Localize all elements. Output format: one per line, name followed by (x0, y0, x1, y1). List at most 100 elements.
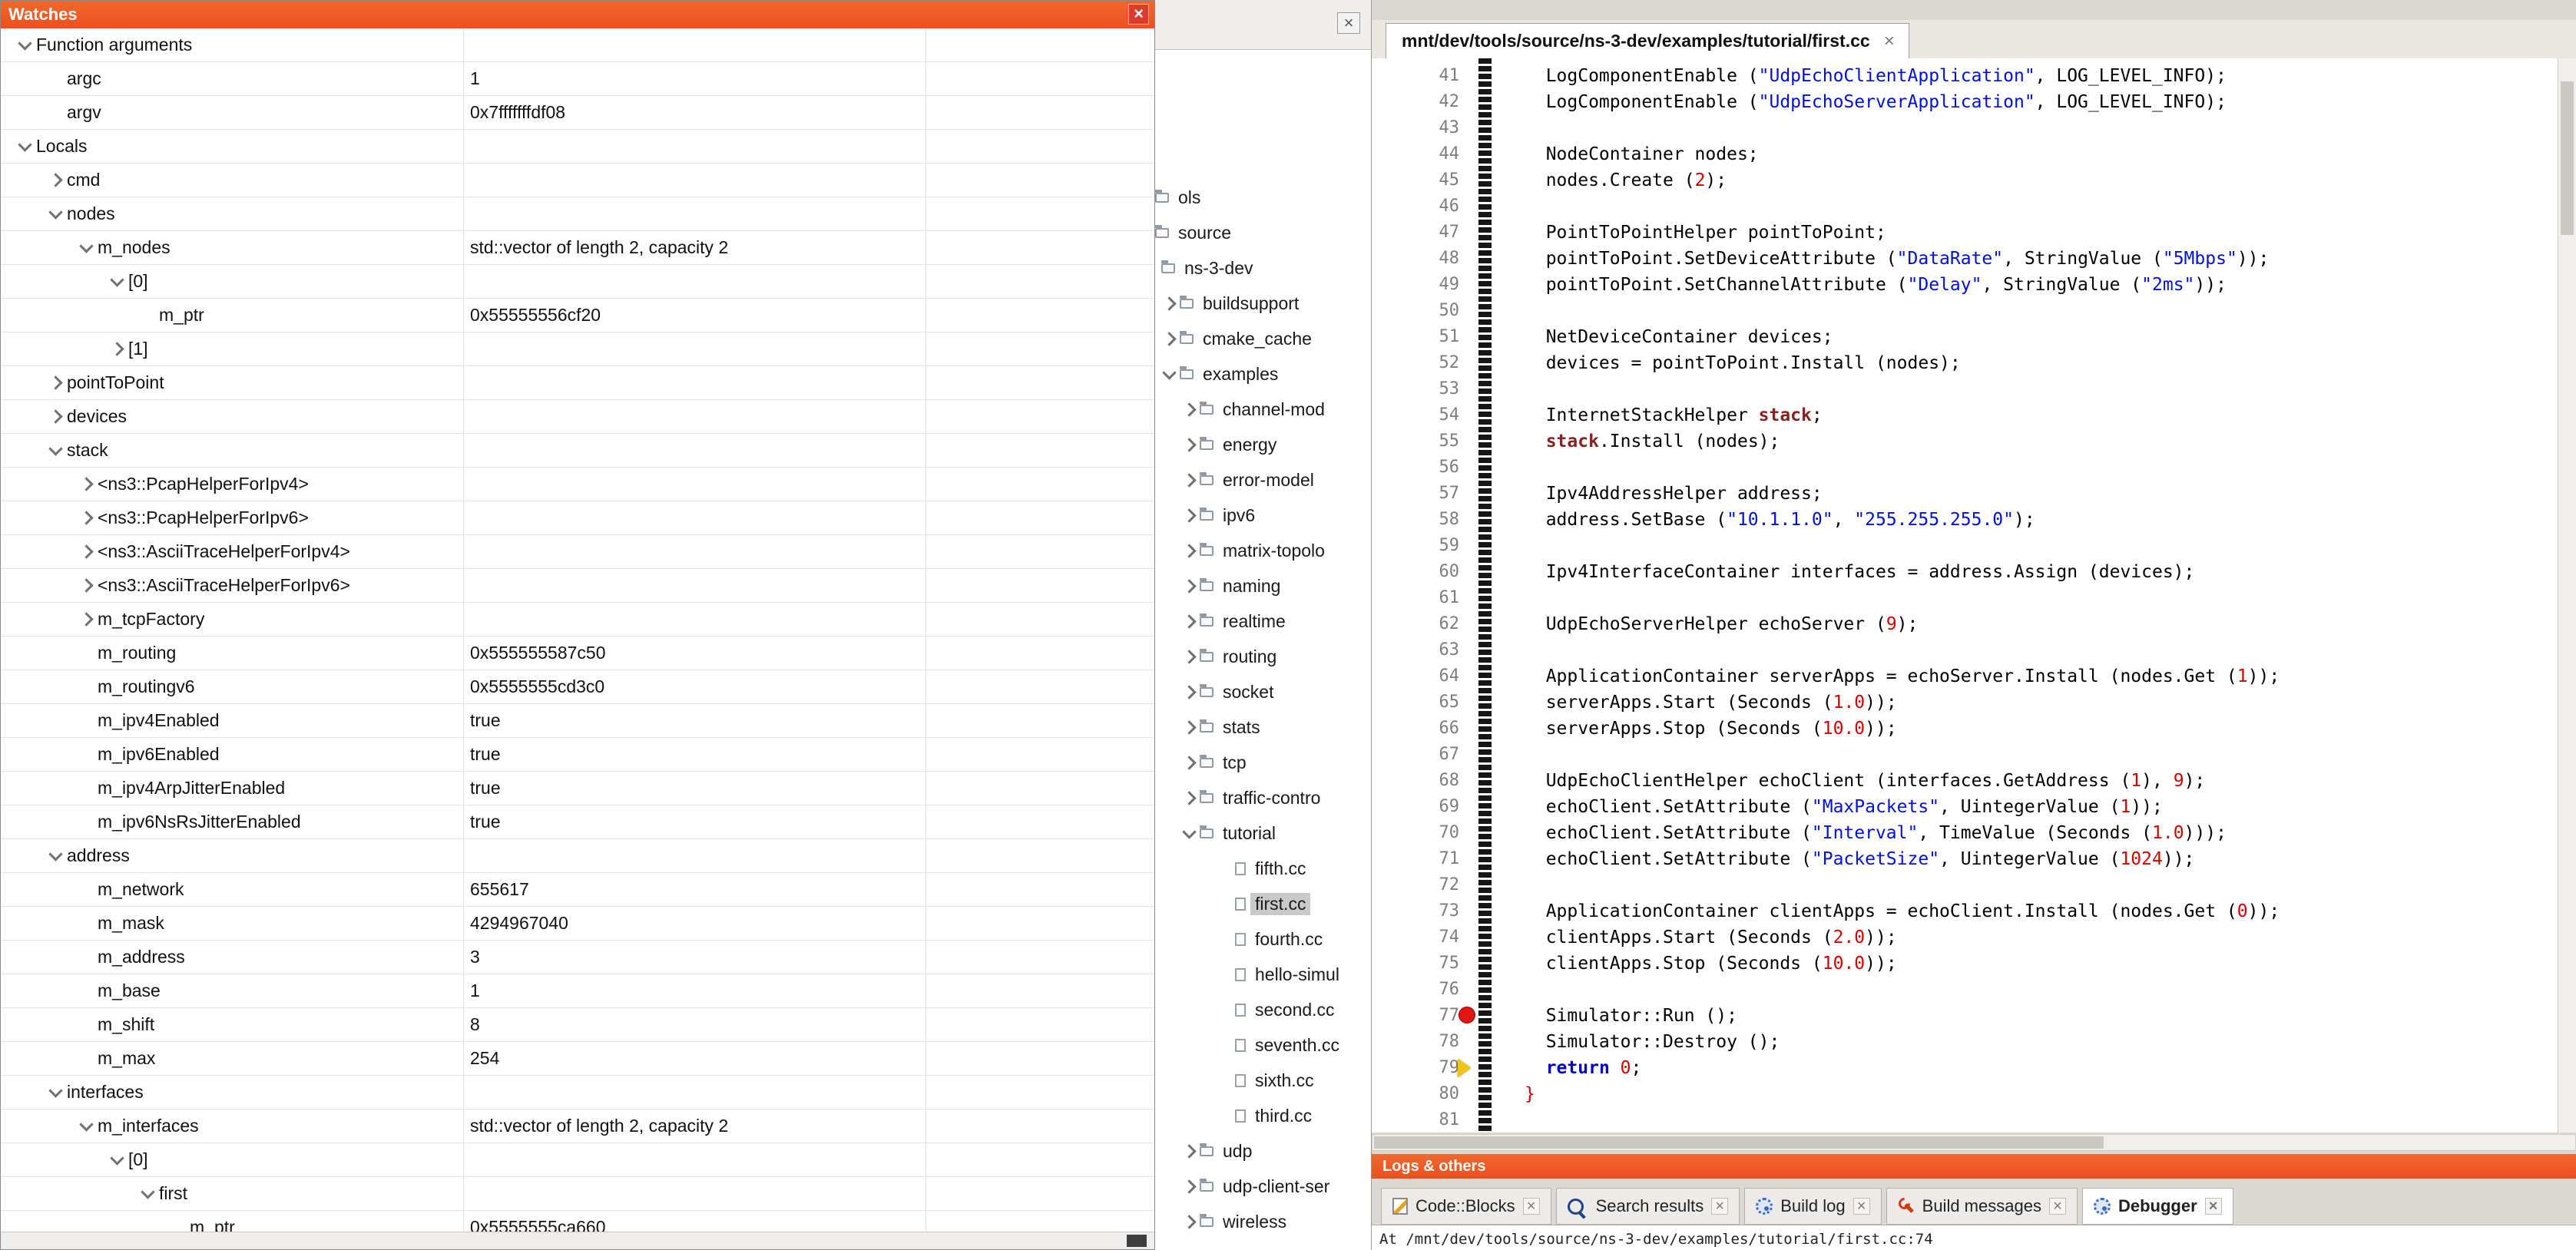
tree-item-ns-3-dev[interactable]: ns-3-dev (1121, 250, 1371, 286)
tree-item-seventh-cc[interactable]: seventh.cc (1121, 1027, 1371, 1063)
horizontal-scrollbar[interactable] (1372, 1134, 2576, 1151)
line-number[interactable]: 57 (1372, 481, 1459, 507)
marker-margin[interactable] (1478, 58, 1492, 1133)
tree-item-udp-client-ser[interactable]: udp-client-ser (1121, 1169, 1371, 1204)
expand-chevron-icon[interactable] (1182, 720, 1196, 734)
watch-row[interactable]: [1] (1, 332, 1154, 366)
line-number[interactable]: 73 (1372, 898, 1459, 924)
line-number[interactable]: 43 (1372, 115, 1459, 141)
line-number[interactable]: 42 (1372, 89, 1459, 115)
line-number[interactable]: 54 (1372, 402, 1459, 428)
tree-item-channel-mod[interactable]: channel-mod (1121, 392, 1371, 427)
line-number[interactable]: 65 (1372, 689, 1459, 716)
expand-chevron-icon[interactable] (1182, 473, 1196, 487)
watches-titlebar[interactable]: Watches × (1, 1, 1154, 28)
close-icon[interactable]: × (1128, 4, 1149, 25)
tree-item-routing[interactable]: routing (1121, 639, 1371, 674)
line-number[interactable]: 55 (1372, 428, 1459, 455)
watch-row[interactable]: [0] (1, 1143, 1154, 1177)
tree-item-buildsupport[interactable]: buildsupport (1121, 286, 1371, 321)
expand-chevron-icon[interactable] (1182, 1144, 1196, 1158)
tree-item-matrix-topolo[interactable]: matrix-topolo (1121, 533, 1371, 568)
expand-chevron-icon[interactable] (48, 173, 62, 187)
line-number[interactable]: 44 (1372, 141, 1459, 167)
collapse-chevron-icon[interactable] (141, 1185, 154, 1199)
watch-row[interactable]: m_interfacesstd::vector of length 2, cap… (1, 1109, 1154, 1143)
expand-chevron-icon[interactable] (1162, 296, 1176, 310)
watch-row[interactable]: m_routingv60x5555555cd3c0 (1, 670, 1154, 704)
watch-row[interactable]: m_base1 (1, 974, 1154, 1008)
watch-row[interactable]: stack (1, 434, 1154, 468)
watch-row[interactable]: m_ipv6Enabledtrue (1, 738, 1154, 772)
expand-chevron-icon[interactable] (1182, 685, 1196, 699)
line-number[interactable]: 75 (1372, 951, 1459, 977)
line-number[interactable]: 41 (1372, 63, 1459, 89)
watch-row[interactable]: pointToPoint (1, 366, 1154, 400)
expand-chevron-icon[interactable] (48, 375, 62, 389)
expand-chevron-icon[interactable] (1182, 1215, 1196, 1229)
watch-row[interactable]: <ns3::AsciiTraceHelperForIpv6> (1, 569, 1154, 603)
line-number[interactable]: 76 (1372, 977, 1459, 1003)
line-number[interactable]: 59 (1372, 533, 1459, 559)
tab-debugger[interactable]: Debugger× (2082, 1188, 2233, 1225)
tab-build-messages[interactable]: Build messages× (1886, 1188, 2078, 1225)
close-icon[interactable]: × (2049, 1198, 2066, 1215)
collapse-chevron-icon[interactable] (110, 1151, 124, 1165)
watch-row[interactable]: interfaces (1, 1076, 1154, 1109)
tree-item-fourth-cc[interactable]: fourth.cc (1121, 921, 1371, 957)
scrollbar-thumb[interactable] (1374, 1136, 2104, 1149)
close-icon[interactable]: × (1884, 31, 1895, 52)
collapse-chevron-icon[interactable] (48, 441, 62, 455)
line-number[interactable]: 47 (1372, 220, 1459, 246)
line-number[interactable]: 64 (1372, 663, 1459, 689)
expand-chevron-icon[interactable] (1182, 1179, 1196, 1193)
tree-item-tutorial[interactable]: tutorial (1121, 815, 1371, 851)
watch-row[interactable]: Locals (1, 130, 1154, 164)
collapse-chevron-icon[interactable] (79, 1117, 93, 1131)
tree-item-ipv6[interactable]: ipv6 (1121, 498, 1371, 533)
tree-item-sixth-cc[interactable]: sixth.cc (1121, 1063, 1371, 1098)
line-number[interactable]: 70 (1372, 820, 1459, 846)
expand-chevron-icon[interactable] (1182, 544, 1196, 557)
tree-item-realtime[interactable]: realtime (1121, 604, 1371, 639)
tree-item-first-cc[interactable]: first.cc (1121, 886, 1371, 921)
watch-row[interactable]: <ns3::PcapHelperForIpv6> (1, 501, 1154, 535)
tree-item-source[interactable]: source (1121, 215, 1371, 250)
expand-chevron-icon[interactable] (1182, 791, 1196, 805)
watch-row[interactable]: m_network655617 (1, 873, 1154, 907)
line-number[interactable]: 52 (1372, 350, 1459, 376)
scrollbar-thumb[interactable] (1127, 1235, 1147, 1247)
expand-chevron-icon[interactable] (1182, 402, 1196, 416)
watch-row[interactable]: m_ptr0x55555556cf20 (1, 299, 1154, 332)
collapse-chevron-icon[interactable] (110, 273, 124, 286)
tree-item-ols[interactable]: ols (1121, 180, 1371, 215)
expand-chevron-icon[interactable] (1182, 650, 1196, 663)
expand-chevron-icon[interactable] (1182, 508, 1196, 522)
line-number[interactable]: 61 (1372, 585, 1459, 611)
line-number[interactable]: 66 (1372, 716, 1459, 742)
tree-item-examples[interactable]: examples (1121, 356, 1371, 392)
tree-item-cmake-cache[interactable]: cmake_cache (1121, 321, 1371, 356)
watch-row[interactable]: m_nodesstd::vector of length 2, capacity… (1, 231, 1154, 265)
watch-row[interactable]: nodes (1, 197, 1154, 231)
expand-chevron-icon[interactable] (79, 477, 93, 491)
tree-item-naming[interactable]: naming (1121, 568, 1371, 604)
tree-item-stats[interactable]: stats (1121, 709, 1371, 745)
line-number[interactable]: 48 (1372, 246, 1459, 272)
collapse-chevron-icon[interactable] (18, 137, 31, 151)
watch-row[interactable]: m_ipv4ArpJitterEnabledtrue (1, 772, 1154, 805)
editor-tab[interactable]: mnt/dev/tools/source/ns-3-dev/examples/t… (1386, 23, 1909, 58)
close-icon[interactable]: × (1523, 1198, 1540, 1215)
collapse-chevron-icon[interactable] (1182, 825, 1196, 838)
tab-code-blocks[interactable]: Code::Blocks× (1381, 1188, 1551, 1225)
line-number[interactable]: 67 (1372, 742, 1459, 768)
code-editor[interactable]: 4142434445464748495051525354555657585960… (1372, 58, 2576, 1133)
line-number[interactable]: 53 (1372, 376, 1459, 402)
collapse-chevron-icon[interactable] (48, 1083, 62, 1097)
expand-chevron-icon[interactable] (79, 544, 93, 558)
tree-item-tcp[interactable]: tcp (1121, 745, 1371, 780)
watch-row[interactable]: m_ptr0x5555555ca660 (1, 1211, 1154, 1232)
watch-row[interactable]: m_max254 (1, 1042, 1154, 1076)
tab-search-results[interactable]: Search results× (1556, 1188, 1740, 1225)
line-number[interactable]: 46 (1372, 193, 1459, 220)
